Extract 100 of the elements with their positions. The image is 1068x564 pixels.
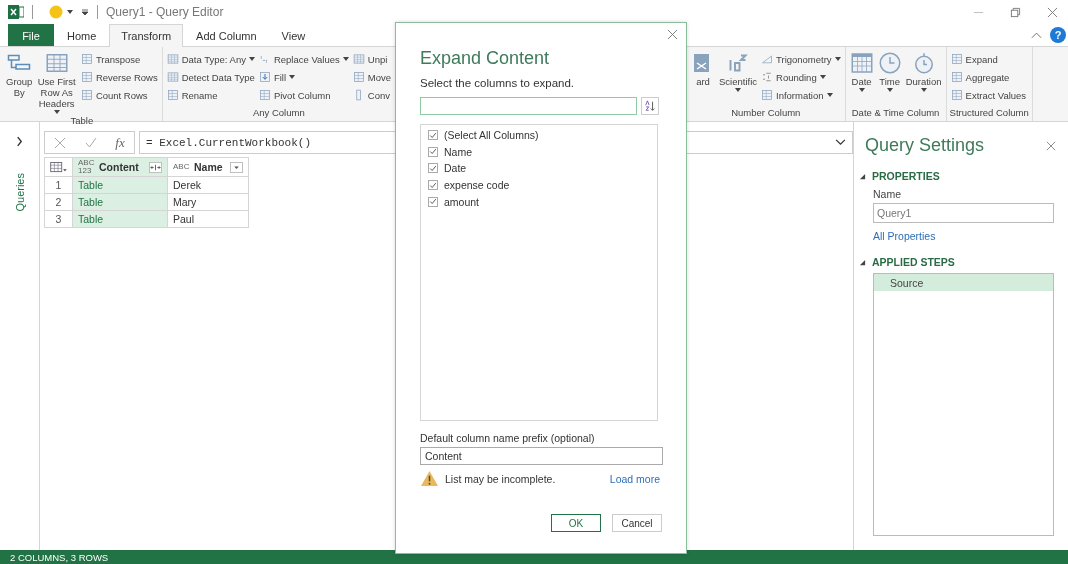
step-item[interactable]: Source	[874, 274, 1053, 291]
caret-icon	[67, 10, 73, 14]
search-field[interactable]	[420, 97, 637, 115]
type-label: ABC	[173, 163, 190, 171]
ribbon-button[interactable]: Data Type: Any	[165, 50, 256, 68]
column-option[interactable]: amount	[444, 195, 480, 208]
triangle-icon	[761, 53, 773, 65]
table-cell: Derek	[167, 176, 249, 194]
pane-title: Query Settings	[865, 135, 985, 156]
type-label: ABC 123	[78, 159, 95, 175]
ribbon-button[interactable]: Rounding	[760, 68, 842, 86]
table-icon	[166, 71, 179, 83]
table-icon	[352, 53, 365, 65]
table-icon	[44, 51, 69, 75]
restore-icon[interactable]	[1010, 6, 1021, 18]
column-option[interactable]: (Select All Columns)	[444, 129, 539, 142]
caret-icon	[920, 87, 927, 92]
load-more-link[interactable]: Load more	[609, 472, 660, 485]
check-icon[interactable]	[84, 136, 97, 149]
warning-text: List may be incomplete.	[445, 472, 556, 485]
filter-dropdown-icon[interactable]	[230, 161, 243, 173]
ribbon-button[interactable]: Duration	[904, 50, 943, 93]
ok-button[interactable]: OK	[551, 514, 601, 532]
ribbon-button[interactable]: Aggregate	[949, 68, 1028, 86]
ribbon-button[interactable]: Date	[848, 50, 875, 93]
ribbon-button[interactable]: Detect Data Type	[165, 68, 256, 86]
expand-column-icon[interactable]	[149, 161, 162, 173]
field-label: Name	[873, 188, 902, 200]
ribbon-button[interactable]: Count Rows	[79, 86, 159, 104]
caret-icon	[248, 57, 255, 61]
ribbon-button[interactable]: Fill	[257, 68, 350, 86]
caret-icon	[53, 109, 60, 114]
ribbon-button[interactable]: Trigonometry	[760, 50, 842, 68]
group-label: Number Column	[730, 107, 802, 120]
ribbon-button[interactable]: ard	[690, 50, 716, 89]
ribbon-button[interactable]: Transpose	[79, 50, 159, 68]
ribbon-button[interactable]: Time	[876, 50, 903, 93]
group-label: Date & Time Column	[850, 107, 941, 120]
checkbox[interactable]	[428, 180, 438, 191]
insert-function-button[interactable]: fx	[115, 134, 125, 151]
queries-pane-tab[interactable]: Queries	[13, 173, 26, 212]
checkbox[interactable]	[428, 130, 438, 141]
ribbon-button[interactable]: Replace Values	[257, 50, 350, 68]
table-icon	[166, 53, 179, 65]
ribbon-button[interactable]: Reverse Rows	[79, 68, 159, 86]
column-header[interactable]: ABC Name	[167, 157, 249, 177]
caret-icon	[858, 87, 865, 92]
cancel-icon[interactable]	[54, 136, 67, 149]
sort-icon	[644, 100, 656, 112]
group-label: Table	[69, 114, 95, 128]
chevron-right-icon[interactable]	[16, 136, 23, 147]
ribbon-button[interactable]: Move	[351, 68, 392, 86]
caret-icon	[826, 93, 833, 97]
close-icon[interactable]	[667, 29, 678, 40]
customize-icon[interactable]	[81, 8, 89, 16]
ribbon-tab[interactable]: Transform	[109, 24, 184, 47]
collapse-triangle-icon[interactable]	[859, 258, 866, 266]
collapse-ribbon-icon[interactable]	[1031, 31, 1042, 39]
prefix-field[interactable]: Content	[420, 447, 663, 465]
ribbon-button[interactable]: Extract Values	[949, 86, 1028, 104]
ribbon-button[interactable]: Pivot Column	[257, 86, 350, 104]
table-cell: Mary	[167, 193, 249, 211]
help-button[interactable]: ?	[1050, 27, 1066, 43]
ribbon-button[interactable]: Group By	[5, 50, 34, 100]
column-option[interactable]: Name	[444, 145, 472, 158]
collapse-triangle-icon[interactable]	[859, 172, 866, 180]
caret-icon	[735, 87, 741, 92]
caret-icon	[819, 75, 826, 79]
ribbon-button[interactable]: Information	[760, 86, 842, 104]
calendar-icon	[849, 51, 874, 75]
ribbon-button[interactable]: Scientific	[718, 50, 758, 93]
cancel-button[interactable]: Cancel	[612, 514, 662, 532]
name-field[interactable]: Query1	[873, 203, 1054, 223]
dialog-instruction: Select the columns to expand.	[420, 77, 576, 89]
expand-formula-icon[interactable]	[835, 139, 846, 146]
column-name: Name	[194, 161, 223, 173]
status-text: 2 COLUMNS, 3 ROWS	[10, 551, 109, 563]
warning-icon	[420, 470, 439, 487]
ribbon-button[interactable]: Rename	[165, 86, 256, 104]
caret-icon	[289, 75, 296, 79]
decimal-icon	[761, 71, 773, 83]
close-icon[interactable]	[1047, 6, 1058, 18]
column-option[interactable]: expense code	[444, 179, 510, 192]
table-menu-icon[interactable]	[50, 161, 67, 173]
group-label: Any Column	[251, 107, 306, 120]
checkbox[interactable]	[428, 163, 438, 174]
checkbox[interactable]	[428, 196, 438, 207]
caret-icon	[342, 57, 349, 61]
sort-button[interactable]	[641, 97, 659, 115]
ribbon-button[interactable]: Use First Row As Headers	[35, 50, 78, 115]
section-heading: PROPERTIES	[872, 170, 940, 182]
all-properties-link[interactable]: All Properties	[873, 230, 1054, 242]
checkbox[interactable]	[428, 146, 438, 157]
file-tab[interactable]: File	[8, 24, 54, 46]
window-title: Query1 - Query Editor	[106, 5, 224, 19]
column-option[interactable]: Date	[444, 162, 467, 175]
close-icon[interactable]	[1046, 140, 1056, 151]
ribbon-button[interactable]: Unpi	[351, 50, 392, 68]
ribbon-button[interactable]: Expand	[949, 50, 1028, 68]
ribbon-button[interactable]: Conv	[351, 86, 392, 104]
